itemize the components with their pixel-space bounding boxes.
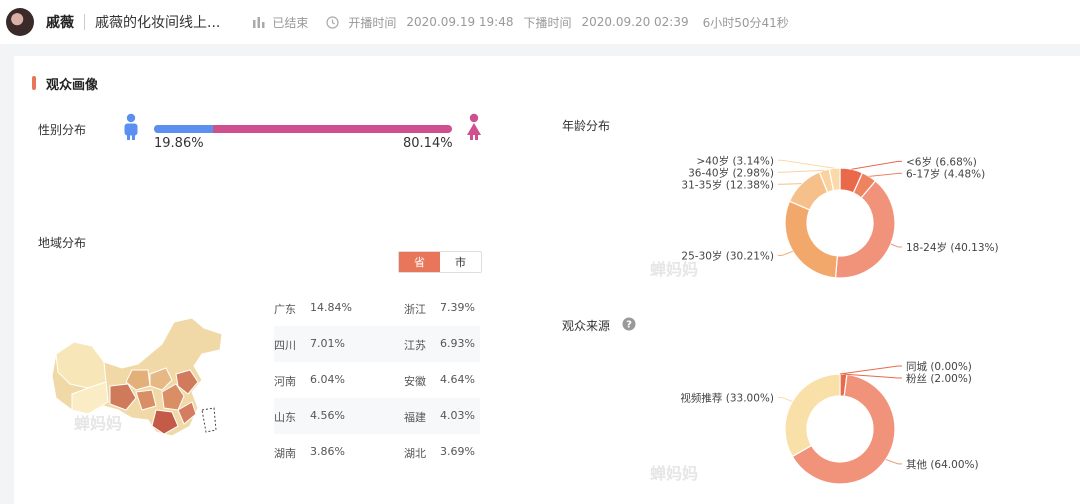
male-percent: 19.86%	[154, 136, 204, 151]
pie-label: 其他 (64.00%)	[906, 458, 979, 471]
region-percent: 6.04%	[310, 373, 345, 386]
pie-label: 31-35岁 (12.38%)	[681, 178, 774, 191]
pie-slice	[834, 180, 896, 279]
region-name: 福建	[404, 411, 426, 424]
region-percent: 4.64%	[440, 373, 475, 386]
female-percent: 80.14%	[403, 136, 453, 151]
region-name: 四川	[274, 339, 296, 352]
avatar[interactable]	[6, 8, 34, 36]
status-item: 已结束	[252, 14, 308, 31]
region-percent: 3.69%	[440, 445, 475, 458]
gender-bar-male	[154, 125, 214, 133]
section-accent	[32, 76, 36, 90]
pie-leader-line	[778, 250, 794, 256]
pie-label: <6岁 (6.68%)	[906, 155, 977, 168]
pie-label: 粉丝 (2.00%)	[906, 372, 972, 385]
region-percent: 6.93%	[440, 337, 475, 350]
start-label: 开播时间	[348, 15, 397, 30]
live-header: 戚薇 戚薇的化妆间线上... 已结束 开播时间 2020.09.19 19:48…	[0, 0, 1080, 44]
gender-title: 性别分布	[38, 123, 87, 137]
pie-label: 同城 (0.00%)	[906, 361, 972, 373]
region-percent: 4.03%	[440, 409, 475, 422]
region-percent: 7.01%	[310, 337, 345, 350]
female-icon	[467, 113, 481, 140]
pie-label: >40岁 (3.14%)	[696, 154, 774, 167]
region-name: 湖南	[274, 447, 296, 460]
source-title: 观众来源	[562, 319, 611, 333]
region-row: 湖南 3.86% 湖北 3.69%	[274, 434, 480, 470]
end-time: 2020.09.20 02:39	[581, 15, 689, 29]
region-row: 四川 7.01% 江苏 6.93%	[274, 326, 480, 362]
region-percent: 7.39%	[440, 301, 475, 314]
tab-city[interactable]: 市	[440, 252, 481, 272]
gender-bar	[154, 125, 452, 133]
audience-portrait-card: 观众画像 性别分布 19.86% 80.14% 地域分布 省 市 广东 14.84…	[14, 56, 1080, 504]
watermark: 蝉妈妈	[650, 260, 699, 279]
age-title: 年龄分布	[562, 119, 611, 133]
end-label: 下播时间	[523, 15, 572, 30]
region-row: 山东 4.56% 福建 4.03%	[274, 398, 480, 434]
streamer-name[interactable]: 戚薇	[46, 12, 74, 32]
region-name: 广东	[274, 303, 296, 316]
duration: 6小时50分41秒	[702, 15, 789, 30]
pie-leader-line	[778, 183, 802, 185]
male-icon	[124, 113, 138, 140]
pie-label: 36-40岁 (2.98%)	[688, 166, 774, 179]
pie-label: 6-17岁 (4.48%)	[906, 167, 985, 180]
region-tabs: 省 市	[398, 251, 482, 273]
tab-province[interactable]: 省	[399, 252, 440, 272]
pie-leader-line	[778, 397, 793, 402]
region-name: 江苏	[404, 339, 426, 352]
region-percent: 4.56%	[310, 409, 345, 422]
region-row: 广东 14.84% 浙江 7.39%	[274, 290, 480, 326]
pie-leader-line	[839, 365, 902, 375]
region-title: 地域分布	[38, 236, 87, 250]
pie-leader-line	[890, 243, 902, 248]
region-name: 湖北	[404, 447, 426, 460]
region-name: 安徽	[404, 375, 426, 388]
region-name: 浙江	[404, 303, 426, 316]
pie-leader-line	[869, 172, 902, 177]
pie-slice	[784, 200, 838, 279]
region-percent: 14.84%	[310, 301, 352, 314]
age-pie-chart: <6岁 (6.68%)6-17岁 (4.48%) 18-24岁 (40.13%) >…	[681, 154, 999, 279]
region-name: 山东	[274, 411, 296, 424]
watermark: 蝉妈妈	[650, 464, 699, 483]
bar-chart-icon	[253, 17, 265, 28]
source-pie-chart: 同城 (0.00%)粉丝 (2.00%) 其他 (64.00%) 视频推荐 (33.…	[680, 361, 979, 485]
end-time-item: 下播时间 2020.09.20 02:39	[524, 14, 689, 31]
region-percent: 3.86%	[310, 445, 345, 458]
pie-slice	[784, 373, 841, 458]
divider	[84, 14, 85, 30]
status-text: 已结束	[272, 15, 309, 30]
region-row: 河南 6.04% 安徽 4.64%	[274, 362, 480, 398]
pie-label: 视频推荐 (33.00%)	[680, 392, 774, 405]
watermark: 蝉妈妈	[74, 414, 123, 433]
svg-text:?: ?	[626, 320, 632, 331]
pie-leader-line	[885, 458, 902, 465]
live-title[interactable]: 戚薇的化妆间线上...	[95, 12, 220, 32]
pie-label: 18-24岁 (40.13%)	[906, 241, 999, 254]
pie-leader-line	[778, 159, 835, 169]
region-name: 河南	[274, 375, 296, 388]
pie-leader-line	[851, 160, 902, 170]
clock-icon	[326, 15, 339, 29]
start-time-item: 开播时间 2020.09.19 19:48	[326, 14, 514, 31]
help-icon[interactable]: ?	[622, 317, 636, 331]
start-time: 2020.09.19 19:48	[406, 15, 514, 29]
section-title: 观众画像	[46, 78, 99, 93]
pie-leader-line	[778, 169, 825, 173]
